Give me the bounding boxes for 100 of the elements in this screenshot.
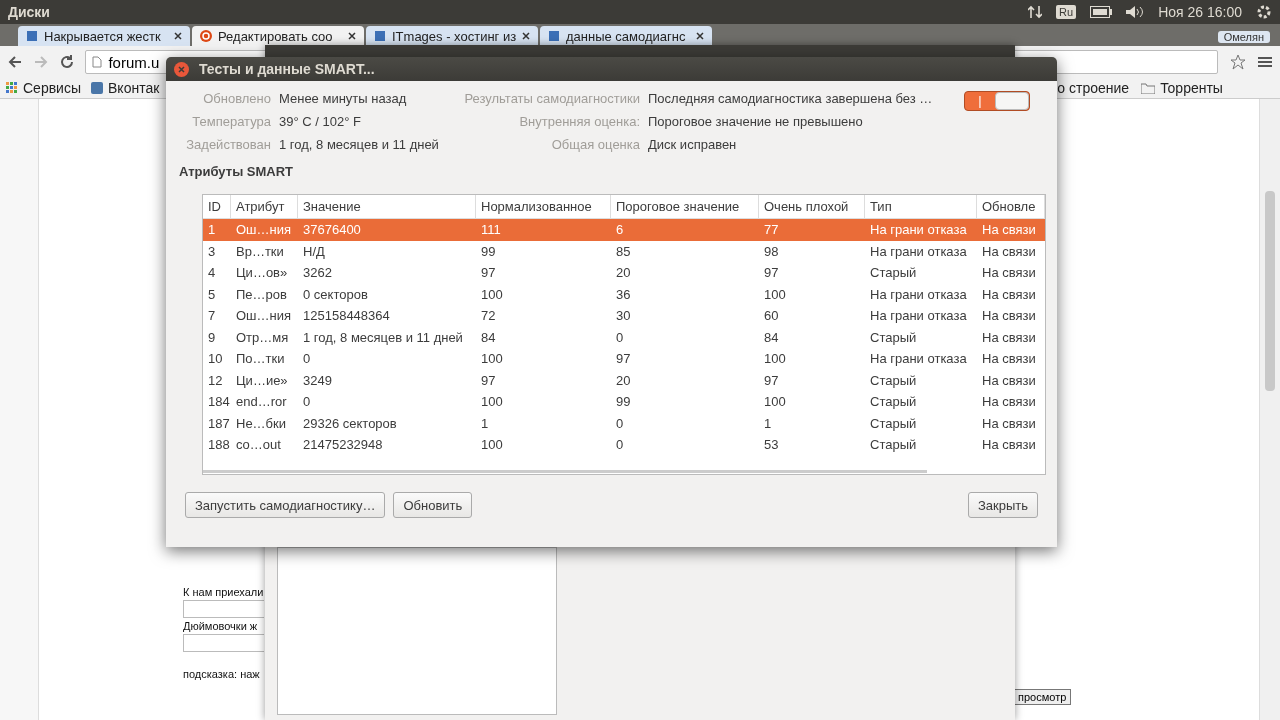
browser-tab[interactable]: Накрывается жестк [18,26,190,46]
info-value: Пороговое значение не превышено [648,114,864,129]
table-cell-text: 3 [207,243,217,259]
table-cell-text: 7 [207,308,217,324]
browser-tab[interactable]: ITmages - хостинг из [366,26,538,46]
table-cell-text: 12 [207,372,224,388]
volume-icon[interactable] [1126,5,1145,19]
table-cell-text: 187 [207,415,231,431]
table-cell-text: На грани отказа [869,308,968,324]
bookmark-link[interactable]: Вконтак [91,80,160,96]
table-cell-text: 37676400 [302,222,362,238]
table-cell-text: 1 [480,415,490,431]
table-cell-text: 0 [615,415,625,431]
keyboard-layout[interactable]: Ru [1056,5,1077,19]
table-cell-text: end…ror [235,394,288,410]
table-cell-text: 97 [480,372,497,388]
menu-icon[interactable] [1258,56,1273,68]
table-cell-text: 53 [763,437,780,453]
section-title: Атрибуты SMART [179,164,295,179]
close-button[interactable] [174,61,189,77]
close-icon[interactable] [174,32,182,40]
table-cell-text: 100 [480,437,504,453]
table-cell-text: 100 [480,286,504,302]
table-cell-text: 60 [763,308,780,324]
dialog-button[interactable]: Запустить самодиагностику… [185,492,386,518]
table-cell-text: 72 [480,308,497,324]
table-cell-text: 184 [207,394,231,410]
info-value: Диск исправен [648,137,738,152]
table-cell-text: 97 [763,372,780,388]
table-cell-text: 36 [615,286,632,302]
transfer-arrows-icon[interactable] [1028,5,1043,19]
table-cell-text: 6 [615,222,625,238]
page-icon [91,82,103,94]
profile-name[interactable]: Омелян [1217,31,1270,43]
table-cell-text: 77 [763,222,780,238]
table-cell-text: 0 [302,394,312,410]
table-cell-text: 1 [207,222,217,238]
table-cell-text: Ош…ния [235,222,293,238]
settings-icon[interactable] [1256,4,1272,20]
table-cell-text: 3249 [302,372,333,388]
clock[interactable]: Ноя 26 16:00 [1158,4,1242,20]
table-cell-text: На грани отказа [869,222,968,238]
table-cell-text: На связи [981,222,1037,238]
close-icon[interactable] [348,32,356,40]
table-cell-text: Старый [869,329,918,345]
table-cell-text: 99 [615,394,632,410]
table-cell-text: Н/Д [302,243,326,259]
table-cell-text: Старый [869,265,918,281]
folder-icon [1141,82,1156,94]
table-cell-text: Пе…ров [235,286,288,302]
bookmark-link[interactable]: Сервисы [6,80,81,96]
star-icon[interactable] [1230,54,1247,70]
scrollbar[interactable] [203,470,927,473]
table-cell-text: 1 год, 8 месяцев и 11 дней [302,329,464,345]
back-icon[interactable] [8,55,22,69]
table-cell-text: 99 [480,243,497,259]
table-cell-text: На связи [981,415,1037,431]
browser-tab[interactable]: данные самодиагнс [540,26,712,46]
table-cell-text: 0 [615,329,625,345]
info-value: Последняя самодиагностика завершена без … [648,91,934,106]
table-cell-text: co…out [235,437,282,453]
reload-icon[interactable] [59,55,74,69]
table-cell-text: Не…бки [235,415,287,431]
input-field[interactable] [183,634,264,652]
table-cell-text: На связи [981,329,1037,345]
dialog-button[interactable]: Обновить [393,492,473,518]
table-cell-text: Старый [869,437,918,453]
table-cell-text: 97 [763,265,780,281]
table-cell-text: На связи [981,394,1037,410]
app-title: Диски [8,4,51,20]
table-cell-text: 21475232948 [302,437,384,453]
page-icon [374,30,386,42]
table-cell-text: На связи [981,243,1037,259]
table-cell-text: 1 [763,415,773,431]
table-cell-text: 84 [763,329,780,345]
apps-grid-icon [6,82,18,94]
info-value: 39° C / 102° F [279,114,362,129]
table-cell-text: 100 [480,394,504,410]
input-field[interactable] [183,600,264,618]
close-icon[interactable] [696,32,704,40]
bookmark-link[interactable]: о строение [1057,80,1130,96]
battery-icon[interactable] [1090,6,1113,18]
preview-button[interactable]: просмотр [1013,689,1072,705]
scrollbar[interactable] [1260,99,1280,720]
table-cell-text: Ци…ов» [235,265,289,281]
table-cell-text: 30 [615,308,632,324]
info-label: Задействован [185,137,271,152]
table-cell-text: 0 [302,351,312,367]
bookmark-link[interactable]: Торренты [1141,80,1223,96]
close-icon[interactable] [522,32,530,40]
browser-tab[interactable]: Редактировать coo [192,26,364,46]
table-cell-text: Старый [869,394,918,410]
table-cell-text: Ош…ния [235,308,293,324]
dialog-button[interactable]: Закрыть [967,492,1038,518]
table-cell-text: Старый [869,372,918,388]
table-cell-text: 84 [480,329,497,345]
table-cell-text: 20 [615,372,632,388]
table-cell-text: 100 [763,286,787,302]
table-cell-text: 3262 [302,265,333,281]
table-cell-text: На связи [981,372,1037,388]
